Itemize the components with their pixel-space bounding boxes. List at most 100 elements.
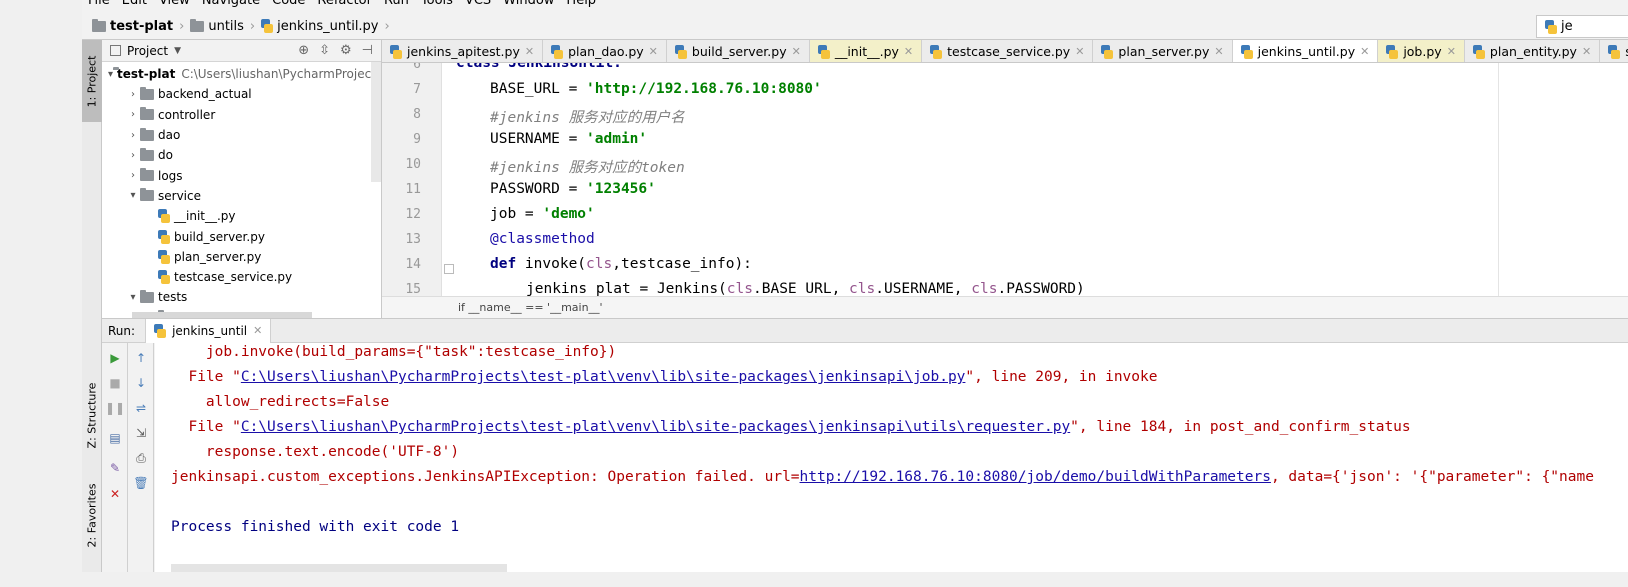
menu-item-view[interactable]: View (159, 0, 190, 9)
console-file-link[interactable]: C:\Users\liushan\PycharmProjects\test-pl… (241, 419, 1070, 435)
menu-item-navigate[interactable]: Navigate (202, 0, 260, 9)
code-text: jenkins_plat = Jenkins( (526, 281, 727, 296)
menu-item-file[interactable]: File (88, 0, 110, 9)
menu-item-refactor[interactable]: Refactor (317, 0, 372, 9)
editor-tab[interactable]: __init__.py ✕ (809, 40, 923, 62)
close-icon[interactable]: ✕ (1214, 45, 1223, 58)
editor-tab[interactable]: job.py ✕ (1378, 40, 1465, 62)
menu-item-run[interactable]: Run (384, 0, 409, 9)
menu-item-edit[interactable]: Edit (122, 0, 147, 9)
menu-item-vcs[interactable]: VCS (465, 0, 491, 9)
editor-breadcrumb[interactable]: if __name__ == '__main__' (382, 296, 1628, 318)
chevron-down-icon[interactable]: ▾ (126, 292, 140, 303)
editor-tab[interactable]: plan_server.py ✕ (1093, 40, 1233, 62)
editor-tab[interactable]: plan_dao.py ✕ (543, 40, 667, 62)
tree-item[interactable]: build_server.py (102, 226, 381, 246)
run-panel-header: Run: jenkins_until ✕ (102, 318, 1628, 343)
breadcrumb-folder[interactable]: untils (190, 18, 244, 34)
breadcrumb-project[interactable]: test-plat (92, 18, 173, 34)
python-file-icon (1240, 44, 1253, 59)
project-vertical-scrollbar[interactable] (371, 62, 381, 182)
close-icon[interactable]: ✕ (1447, 45, 1456, 58)
trash-icon[interactable]: 🗑 (133, 476, 148, 490)
stop-icon[interactable]: ■ (108, 376, 122, 390)
tree-item[interactable]: ▾ test-plat C:\Users\liushan\PycharmProjec… (102, 64, 381, 84)
console-file-link[interactable]: C:\Users\liushan\PycharmProjects\test-pl… (241, 369, 966, 385)
right-margin-guide (1498, 63, 1499, 296)
close-icon[interactable]: ✕ (792, 45, 801, 58)
project-panel-title[interactable]: Project (127, 44, 168, 58)
console-exit-text: Process finished with exit code 1 (171, 519, 460, 535)
tree-item[interactable]: › dao (102, 125, 381, 145)
fold-marker-icon[interactable] (444, 264, 454, 274)
tree-item-label: __init__.py (174, 209, 236, 224)
close-icon[interactable]: ✕ (1075, 45, 1084, 58)
editor-tab[interactable]: build_server.py ✕ (667, 40, 810, 62)
editor-tab-label: testcase_service.py (947, 44, 1071, 59)
breadcrumb-file[interactable]: jenkins_until.py (261, 19, 379, 34)
editor-tab[interactable]: plan_entity.py ✕ (1465, 40, 1601, 62)
menu-bar: File Edit View Navigate Code Refactor Run Tools… (82, 0, 1628, 9)
chevron-right-icon[interactable]: › (126, 170, 140, 181)
chevron-down-icon[interactable]: ▼ (174, 46, 181, 56)
close-icon[interactable]: ✕ (904, 45, 913, 58)
chevron-right-icon[interactable]: › (126, 130, 140, 141)
arrow-up-icon[interactable]: ↑ (134, 351, 148, 365)
chevron-right-icon[interactable]: › (126, 109, 140, 120)
line-number-gutter: 6 7 8 9 10 11 12 13 14 15 (382, 63, 442, 296)
editor-tab[interactable]: jenkins_until.py ✕ (1232, 40, 1379, 62)
tree-item[interactable]: ▾ tests (102, 287, 381, 307)
menu-item-help[interactable]: Help (566, 0, 596, 9)
tree-item[interactable]: testcase_service.py (102, 267, 381, 287)
tree-item[interactable]: plan_server.py (102, 247, 381, 267)
print-icon[interactable]: ⎙ (134, 451, 148, 465)
play-icon[interactable]: ▶ (108, 351, 122, 365)
navbar-right-tab[interactable]: je (1536, 15, 1628, 38)
pause-icon[interactable]: ❚❚ (105, 401, 125, 415)
menu-item-window[interactable]: Window (503, 0, 554, 9)
close-icon[interactable]: ✕ (525, 45, 534, 58)
locate-icon[interactable]: ⊕ (298, 43, 309, 58)
tree-item[interactable]: › do (102, 145, 381, 165)
code-string: 'admin' (586, 131, 648, 147)
menu-item-tools[interactable]: Tools (421, 0, 453, 9)
code-editor[interactable]: 6 7 8 9 10 11 12 13 14 15 class JenkinsUntil: BAS… (382, 63, 1628, 296)
chevron-right-icon[interactable]: › (126, 89, 140, 100)
arrow-down-icon[interactable]: ↓ (134, 376, 148, 390)
editor-tab[interactable]: server.py✕ (1600, 40, 1628, 62)
close-icon[interactable]: ✕ (1360, 45, 1369, 58)
tool-tab-structure[interactable]: Z: Structure (82, 370, 102, 460)
tree-item-label: tests (158, 290, 188, 305)
hide-icon[interactable]: ⊣ (362, 43, 373, 58)
gear-icon[interactable]: ⚙ (340, 43, 352, 58)
folder-icon (140, 168, 154, 182)
editor-tab[interactable]: jenkins_apitest.py ✕ (382, 40, 544, 62)
close-icon[interactable]: ✕ (108, 487, 122, 501)
run-tab[interactable]: jenkins_until ✕ (145, 318, 272, 343)
chevron-right-icon[interactable]: › (126, 150, 140, 161)
pin-icon[interactable]: ✎ (108, 461, 122, 475)
soft-wrap-icon[interactable]: ⇌ (134, 401, 148, 415)
tree-item[interactable]: › logs (102, 165, 381, 185)
close-icon[interactable]: ✕ (253, 324, 262, 337)
menu-item-code[interactable]: Code (272, 0, 305, 9)
console-horizontal-scrollbar[interactable] (171, 564, 507, 572)
python-file-icon (390, 44, 402, 59)
tool-tab-favorites[interactable]: 2: Favorites (82, 470, 102, 560)
console-url-link[interactable]: http://192.168.76.10:8080/job/demo/build… (800, 469, 1271, 485)
close-icon[interactable]: ✕ (649, 45, 658, 58)
collapse-icon[interactable]: ⇳ (319, 43, 330, 58)
layout-icon[interactable]: ▤ (108, 431, 122, 445)
tree-item[interactable]: › controller (102, 105, 381, 125)
close-icon[interactable]: ✕ (1582, 45, 1591, 58)
chevron-down-icon[interactable]: ▾ (108, 69, 113, 80)
console-output[interactable]: job.invoke(build_params={"task":testcase… (155, 343, 1628, 572)
tree-item[interactable]: ▾ service (102, 186, 381, 206)
tool-tab-project[interactable]: 1: Project (82, 40, 102, 122)
folder-icon (190, 18, 205, 32)
tree-item[interactable]: __init__.py (102, 206, 381, 226)
editor-tab[interactable]: testcase_service.py ✕ (922, 40, 1094, 62)
chevron-down-icon[interactable]: ▾ (126, 190, 140, 201)
scroll-to-end-icon[interactable]: ⇲ (134, 426, 148, 440)
tree-item[interactable]: › backend_actual (102, 84, 381, 104)
